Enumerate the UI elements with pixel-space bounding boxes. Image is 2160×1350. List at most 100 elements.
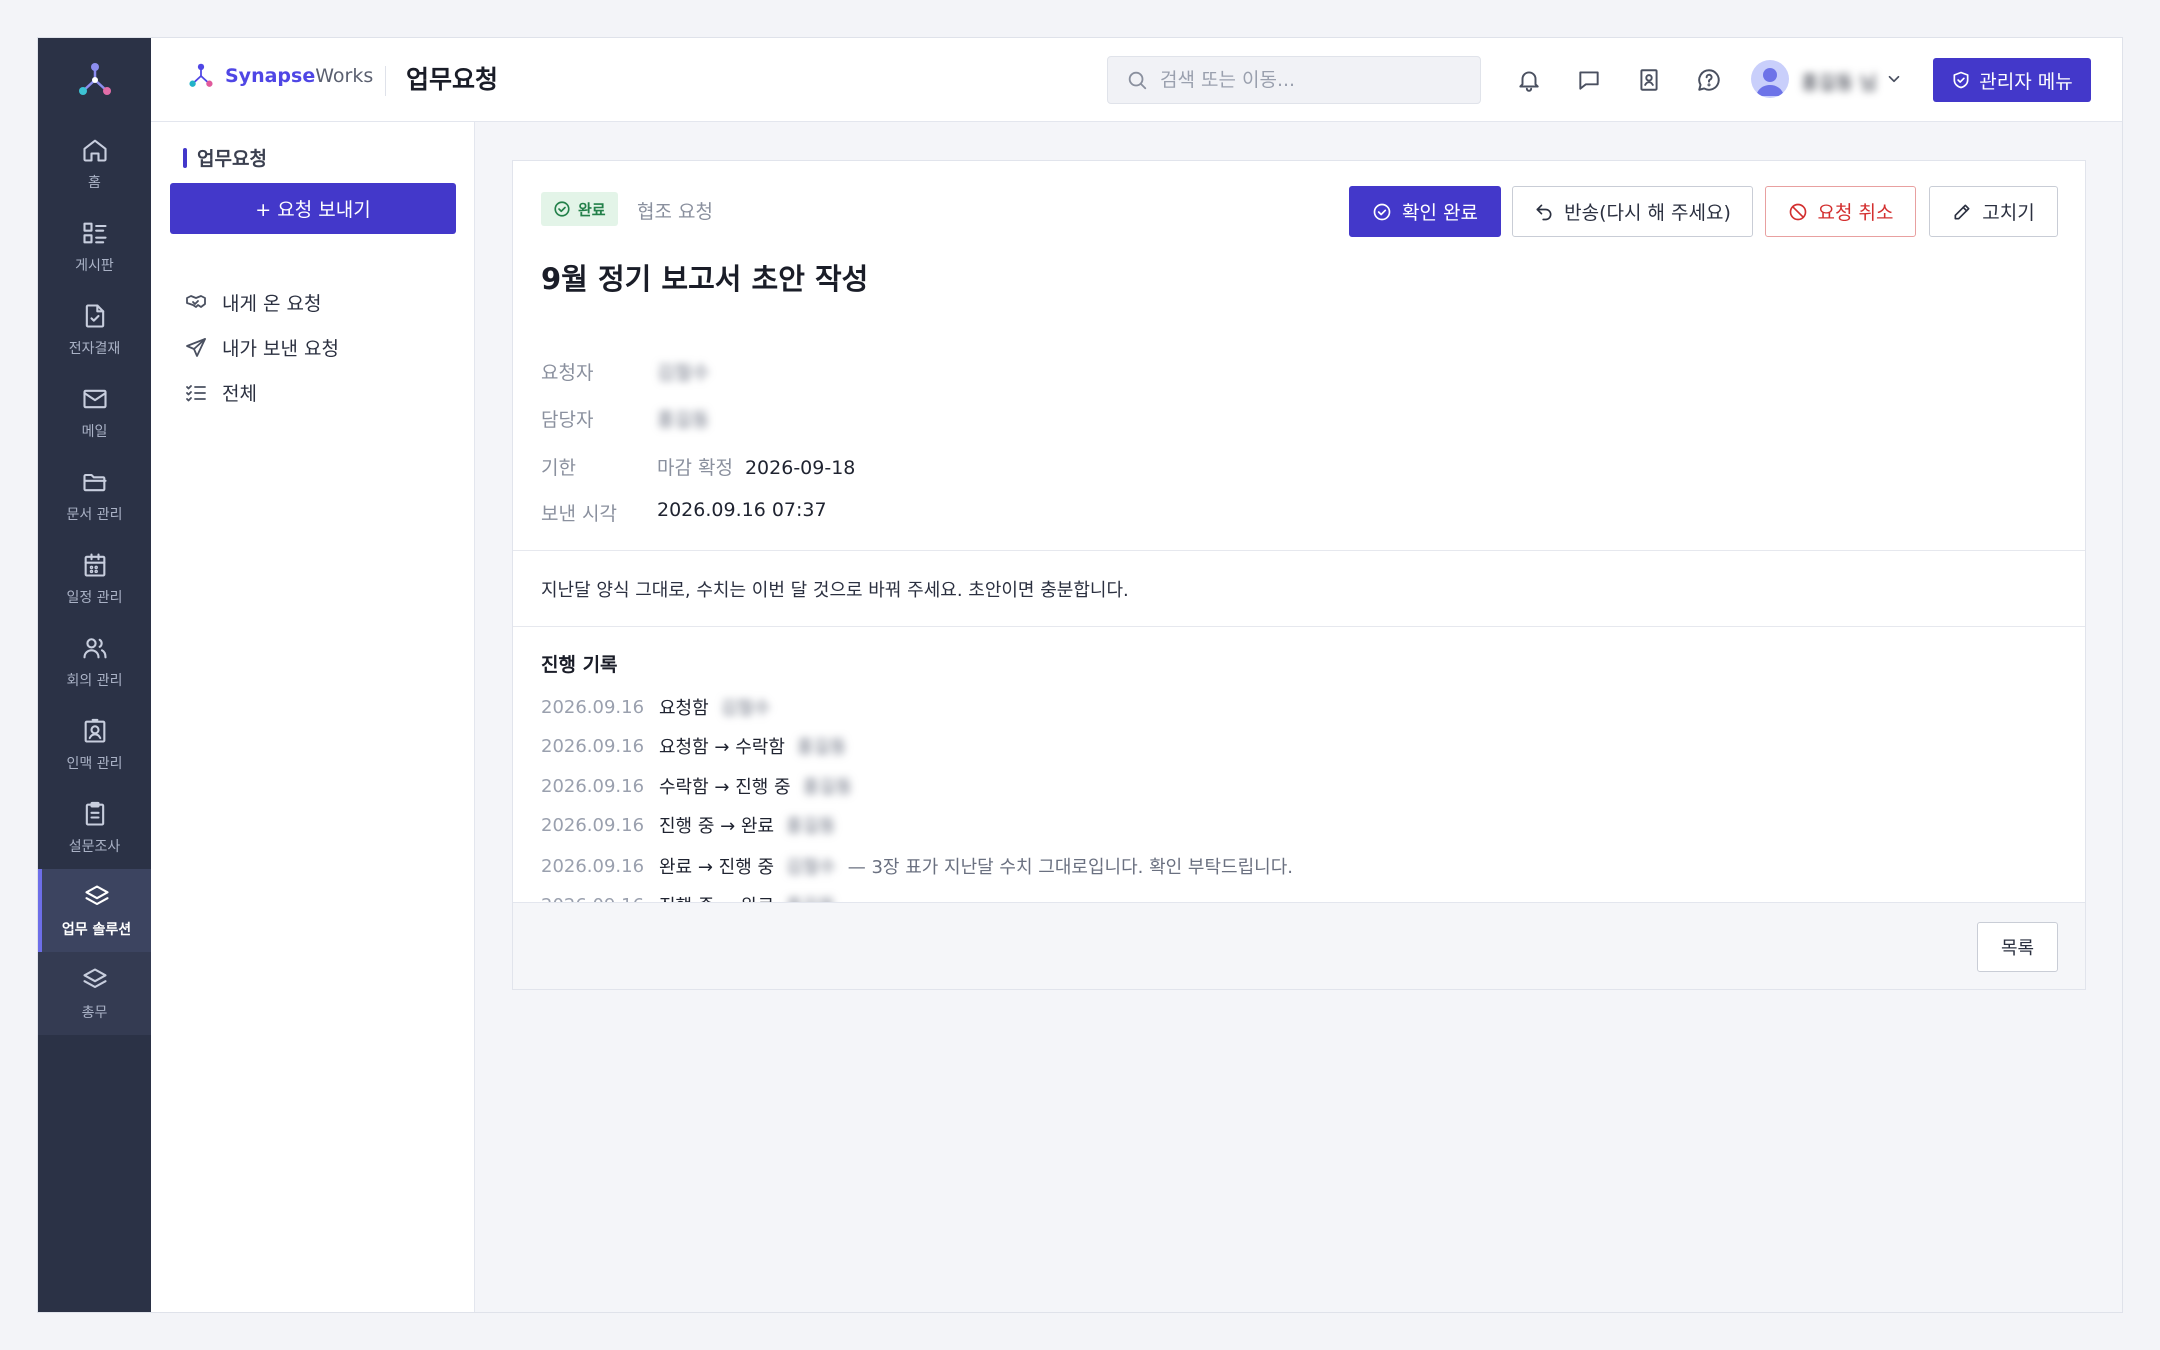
rail-item-documents[interactable]: 문서 관리 (38, 454, 151, 537)
request-detail-card: 완료 협조 요청 확인 완료 반송(다시 해 주세요) 요청 취소 고치기 9월… (512, 160, 2086, 990)
chevron-down-icon (1888, 75, 1900, 83)
brand-works: Works (315, 65, 374, 87)
synapse-logo-icon (189, 63, 213, 87)
log-status: 요청함 → 수락함 (659, 737, 785, 758)
brand[interactable]: SynapseWorks (187, 62, 373, 90)
rail-item-label: 게시판 (75, 257, 114, 274)
search-box[interactable] (1107, 56, 1481, 104)
status-label: 완료 (578, 200, 606, 219)
cancel-request-button[interactable]: 요청 취소 (1765, 186, 1916, 237)
rail-item-meetings[interactable]: 회의 관리 (38, 620, 151, 703)
brand-divider (385, 66, 386, 96)
check-circle-icon (554, 201, 570, 217)
user-menu-toggle[interactable] (1885, 70, 1903, 92)
sidebar-item-all[interactable]: 전체 (184, 379, 257, 406)
app-rail: 홈 게시판 전자결재 메일 문서 관리 일정 관리 회의 관리 인맥 관리 설문… (38, 38, 151, 1312)
synapse-logo-icon (78, 63, 111, 95)
confirm-complete-button[interactable]: 확인 완료 (1349, 186, 1501, 237)
handshake-icon (186, 294, 206, 308)
rail-item-label: 문서 관리 (66, 506, 123, 523)
request-title: 9월 정기 보고서 초안 작성 (541, 262, 869, 296)
sidebar-item-sent[interactable]: 내가 보낸 요청 (184, 334, 339, 361)
sub-sidebar-heading: 업무요청 (183, 144, 267, 171)
return-request-label: 반송(다시 해 주세요) (1564, 202, 1731, 224)
help-chat-icon (1698, 69, 1720, 91)
rail-item-board[interactable]: 게시판 (38, 205, 151, 288)
rail-item-schedule[interactable]: 일정 관리 (38, 537, 151, 620)
rail-item-contacts[interactable]: 인맥 관리 (38, 703, 151, 786)
assignee-value: 홍길동 (657, 409, 710, 431)
deadline-value-group: 마감 확정 2026-09-18 (657, 453, 855, 480)
log-person: 홍길동 (796, 737, 847, 758)
help-button[interactable] (1693, 64, 1725, 96)
messages-button[interactable] (1573, 64, 1605, 96)
progress-log-title: 진행 기록 (541, 654, 618, 676)
log-date: 2026.09.16 (541, 735, 645, 757)
top-header: SynapseWorks 업무요청 홍길동 님 관리자 메뉴 (151, 38, 2122, 122)
deadline-label: 기한 (541, 457, 576, 479)
rail-item-label: 메일 (81, 423, 108, 440)
sent-time-label: 보낸 시각 (541, 503, 617, 525)
admin-menu-button[interactable]: 관리자 메뉴 (1933, 58, 2091, 102)
log-row: 2026.09.16 완료 → 진행 중 김철수 — 3장 표가 지난달 수치 … (541, 853, 1293, 879)
contacts-button[interactable] (1633, 64, 1665, 96)
assignee-label: 담당자 (541, 409, 594, 431)
avatar[interactable] (1751, 60, 1789, 98)
rail-item-label: 홈 (88, 174, 101, 191)
sent-time-value: 2026.09.16 07:37 (657, 499, 827, 521)
log-row: 2026.09.16 요청함 → 수락함 홍길동 (541, 733, 859, 759)
log-date: 2026.09.16 (541, 696, 645, 718)
rail-item-survey[interactable]: 설문조사 (38, 786, 151, 869)
notification-button[interactable] (1513, 64, 1545, 96)
ban-icon (1789, 203, 1806, 220)
chat-icon (1579, 71, 1599, 90)
rail-item-general-affairs[interactable]: 총무 (38, 952, 151, 1035)
log-person: 김철수 (720, 698, 771, 719)
cancel-request-label: 요청 취소 (1817, 202, 1894, 224)
log-status: 완료 → 진행 중 (659, 857, 775, 878)
sidebar-item-label: 전체 (222, 383, 257, 405)
section-divider (513, 626, 2085, 627)
log-status: 수락함 → 진행 중 (659, 777, 791, 798)
deadline-value: 2026-09-18 (744, 457, 856, 479)
rail-item-work-solution[interactable]: 업무 솔루션 (38, 869, 151, 952)
sidebar-item-received[interactable]: 내게 온 요청 (184, 289, 321, 316)
contact-icon (84, 718, 105, 743)
edit-label: 고치기 (1982, 202, 2035, 224)
new-request-button[interactable]: + 요청 보내기 (170, 183, 456, 234)
rail-item-home[interactable]: 홈 (38, 122, 151, 205)
brand-synapse: Synapse (225, 65, 316, 87)
search-icon (1128, 71, 1147, 90)
app-logo[interactable] (38, 38, 151, 122)
heading-accent-bar (183, 147, 187, 168)
sidebar-item-label: 내게 온 요청 (222, 293, 322, 315)
calendar-icon (84, 552, 105, 577)
requester-label: 요청자 (541, 362, 594, 384)
log-person: 김철수 (786, 857, 836, 878)
log-row: 2026.09.16 진행 중 → 완료 홍길동 (541, 812, 848, 838)
search-input[interactable] (1160, 69, 1460, 91)
people-icon (82, 637, 107, 658)
sub-sidebar-heading-label: 업무요청 (197, 148, 267, 170)
log-person: 홍길동 (802, 777, 853, 798)
rail-item-label: 총무 (81, 1004, 108, 1021)
log-row: 2026.09.16 요청함 김철수 (541, 694, 782, 720)
rail-item-mail[interactable]: 메일 (38, 371, 151, 454)
rail-item-approval[interactable]: 전자결재 (38, 288, 151, 371)
sidebar-item-label: 내가 보낸 요청 (222, 338, 339, 360)
sub-sidebar: 업무요청 + 요청 보내기 내게 온 요청 내가 보낸 요청 전체 (151, 122, 475, 1312)
board-icon (82, 222, 107, 243)
rail-item-label: 전자결재 (68, 340, 121, 357)
card-footer: 목록 (513, 902, 2085, 989)
edit-button[interactable]: 고치기 (1929, 186, 2058, 237)
back-to-list-button[interactable]: 목록 (1977, 922, 2058, 972)
log-row: 2026.09.16 수락함 → 진행 중 홍길동 (541, 773, 864, 799)
username[interactable]: 홍길동 님 (1801, 68, 1877, 95)
home-icon (82, 139, 107, 162)
return-request-button[interactable]: 반송(다시 해 주세요) (1512, 186, 1753, 237)
request-message: 지난달 양식 그대로, 수치는 이번 달 것으로 바꿔 주세요. 초안이면 충분… (541, 580, 1129, 601)
log-person: 홍길동 (786, 816, 836, 837)
bell-icon (1519, 71, 1539, 92)
request-type: 협조 요청 (637, 201, 713, 223)
user-avatar-icon (1756, 68, 1784, 96)
